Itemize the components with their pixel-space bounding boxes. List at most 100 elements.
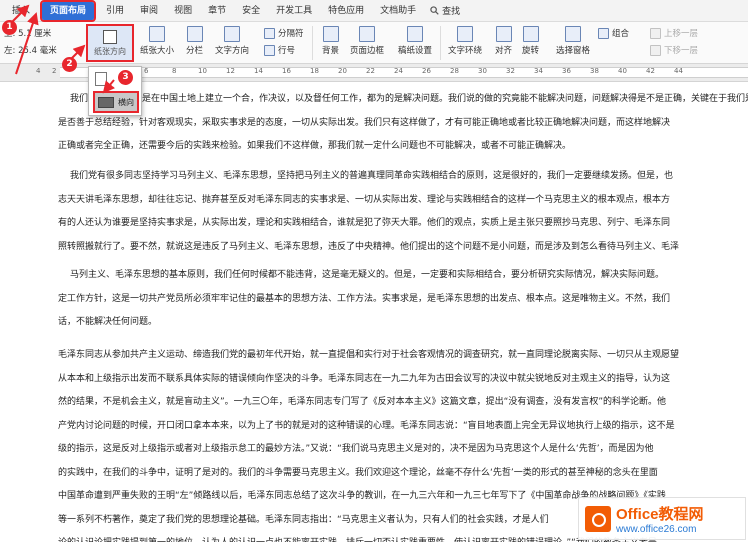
text-line: 正确或者完全正确，还需要今后的实践来检验。如果我们不这样做，那我们就一定什么问题… bbox=[58, 141, 572, 151]
columns-button[interactable]: 分栏 bbox=[186, 26, 203, 56]
bring-forward-icon bbox=[650, 27, 661, 39]
ruler-number: 30 bbox=[478, 67, 487, 75]
background-icon bbox=[322, 26, 339, 42]
text-line: 定工作方针，这是一切共产党员所必须牢牢记住的最基本的思想方法、工作方法。实事求是… bbox=[58, 293, 671, 304]
ruler-number: 4 bbox=[36, 67, 41, 75]
selection-pane-button[interactable]: 选择窗格 bbox=[556, 26, 590, 56]
portrait-option-icon[interactable] bbox=[95, 72, 107, 86]
background-label: 背景 bbox=[322, 46, 340, 56]
align-label: 对齐 bbox=[495, 46, 513, 56]
search-label: 查找 bbox=[442, 7, 461, 17]
text-direction-button[interactable]: 文字方向 bbox=[215, 26, 249, 56]
ruler-number: 18 bbox=[310, 67, 319, 75]
ruler-number: 2 bbox=[52, 67, 57, 75]
ruler-number: 42 bbox=[646, 67, 655, 75]
ruler-number: 22 bbox=[366, 67, 375, 75]
menu-special-apps[interactable]: 特色应用 bbox=[320, 0, 372, 22]
margin-left-field[interactable]: 左: 25.4 毫米 bbox=[4, 44, 57, 56]
hyphenation-button[interactable]: 分隔符 bbox=[264, 27, 304, 39]
columns-icon bbox=[186, 26, 203, 42]
text-line: 话，不能解决任何问题。 bbox=[58, 317, 158, 327]
ruler-number: 34 bbox=[534, 67, 543, 75]
selection-pane-label: 选择窗格 bbox=[556, 46, 591, 56]
menu-doc-assistant[interactable]: 文档助手 bbox=[372, 0, 424, 22]
menu-security[interactable]: 安全 bbox=[234, 0, 268, 22]
text-wrap-label: 文字环绕 bbox=[448, 46, 483, 56]
paper-size-button[interactable]: 纸张大小 bbox=[140, 26, 174, 56]
ruler-number: 38 bbox=[590, 67, 599, 75]
align-button[interactable]: 对齐 bbox=[495, 26, 512, 56]
paragraph-2: 我们党有很多同志坚持学习马列主义、毛泽东思想，坚持把马列主义的普遍真理同革命实践… bbox=[58, 165, 748, 259]
ruler-number: 20 bbox=[338, 67, 347, 75]
step-marker-2: 2 bbox=[62, 57, 77, 72]
step-marker-3: 3 bbox=[118, 70, 133, 85]
margin-left-value: 左: 25.4 毫米 bbox=[4, 46, 57, 56]
ruler-number: 6 bbox=[144, 67, 149, 75]
text-wrap-icon bbox=[457, 26, 473, 42]
ruler-number: 26 bbox=[422, 67, 431, 75]
menu-chapter[interactable]: 章节 bbox=[200, 0, 234, 22]
landscape-label: 横向 bbox=[118, 97, 134, 107]
ruler-number: 28 bbox=[450, 67, 459, 75]
background-button[interactable]: 背景 bbox=[322, 26, 339, 56]
rotate-icon bbox=[522, 26, 539, 42]
send-backward-button[interactable]: 下移一层 bbox=[650, 44, 698, 56]
text-line: 有的人还认为谁要是坚持实事求是，从实际出发，理论和实践相结合，谁就是犯了弥天大罪… bbox=[58, 218, 671, 228]
send-backward-label: 下移一层 bbox=[664, 46, 699, 56]
text-direction-icon bbox=[224, 26, 240, 42]
menu-developer[interactable]: 开发工具 bbox=[268, 0, 320, 22]
ribbon-divider bbox=[440, 26, 441, 60]
watermark-url: www.office26.com bbox=[616, 523, 697, 535]
landscape-icon bbox=[98, 96, 114, 108]
paper-size-label: 纸张大小 bbox=[140, 46, 175, 56]
page-border-icon bbox=[359, 26, 375, 42]
draft-settings-label: 稿纸设置 bbox=[398, 46, 433, 56]
document-page[interactable]: 我们的第一个任务是在中国土地上建立一个合，作决议，以及督任何工作，都为的是解决问… bbox=[0, 82, 748, 542]
watermark-title: Office教程网 bbox=[616, 505, 704, 523]
line-numbers-icon bbox=[264, 44, 275, 56]
orientation-dropdown: 横向 bbox=[88, 66, 142, 116]
bring-forward-label: 上移一层 bbox=[664, 29, 699, 39]
group-button[interactable]: 组合 bbox=[598, 27, 629, 39]
align-icon bbox=[495, 26, 512, 42]
menu-review[interactable]: 审阅 bbox=[132, 0, 166, 22]
page-border-button[interactable]: 页面边框 bbox=[350, 26, 384, 56]
ruler-number: 40 bbox=[618, 67, 627, 75]
text-line: 马列主义、毛泽东思想的基本原则，我们任何时候都不能违背，这是毫无疑义的。但是，一… bbox=[70, 270, 665, 280]
text-line: 我们党有很多同志坚持学习马列主义、毛泽东思想，坚持把马列主义的普遍真理同革命实践… bbox=[70, 171, 674, 181]
office-logo-icon bbox=[585, 505, 611, 532]
line-numbers-label: 行号 bbox=[278, 46, 296, 56]
group-icon bbox=[598, 27, 609, 39]
menu-insert[interactable]: 插入 bbox=[4, 0, 38, 22]
ruler-number: 44 bbox=[674, 67, 683, 75]
menu-references[interactable]: 引用 bbox=[98, 0, 132, 22]
rotate-button[interactable]: 旋转 bbox=[522, 26, 539, 56]
text-line: 的实践中，在我们的斗争中，证明了是对的。我们的斗争需要马克思主义。我们欢迎这个理… bbox=[58, 467, 658, 478]
draft-settings-icon bbox=[407, 26, 423, 42]
draft-settings-button[interactable]: 稿纸设置 bbox=[398, 26, 432, 56]
paper-orientation-button[interactable]: 纸张方向 bbox=[86, 24, 134, 62]
ruler-track bbox=[60, 67, 748, 78]
menu-view[interactable]: 视图 bbox=[166, 0, 200, 22]
landscape-option[interactable]: 横向 bbox=[93, 91, 139, 113]
ruler-number: 16 bbox=[282, 67, 291, 75]
ruler-number: 32 bbox=[506, 67, 515, 75]
hyphenation-label: 分隔符 bbox=[278, 29, 304, 39]
paper-orientation-icon bbox=[103, 29, 117, 44]
separator-icon bbox=[264, 27, 275, 39]
site-watermark: Office教程网 www.office26.com bbox=[578, 497, 746, 540]
line-numbers-button[interactable]: 行号 bbox=[264, 44, 295, 56]
text-line: 照转照搬就行了。要不然，就说这是违反了马列主义、毛泽东思想，违反了中央精神。他们… bbox=[58, 241, 680, 252]
menu-search[interactable]: 查找 bbox=[424, 4, 466, 17]
bring-forward-button[interactable]: 上移一层 bbox=[650, 27, 698, 39]
menu-page-layout[interactable]: 页面布局 bbox=[40, 0, 97, 22]
selection-pane-icon bbox=[565, 26, 581, 42]
ruler-number: 12 bbox=[226, 67, 235, 75]
text-wrap-button[interactable]: 文字环绕 bbox=[448, 26, 482, 56]
text-line: 从本本和上级指示出发而不联系具体实际的错误倾向作坚决的斗争。毛泽东同志在一九二九… bbox=[58, 373, 671, 384]
paper-orientation-label: 纸张方向 bbox=[94, 46, 126, 56]
page-border-label: 页面边框 bbox=[350, 46, 385, 56]
ruler-number: 10 bbox=[198, 67, 207, 75]
columns-label: 分栏 bbox=[186, 46, 204, 56]
rotate-label: 旋转 bbox=[522, 46, 540, 56]
